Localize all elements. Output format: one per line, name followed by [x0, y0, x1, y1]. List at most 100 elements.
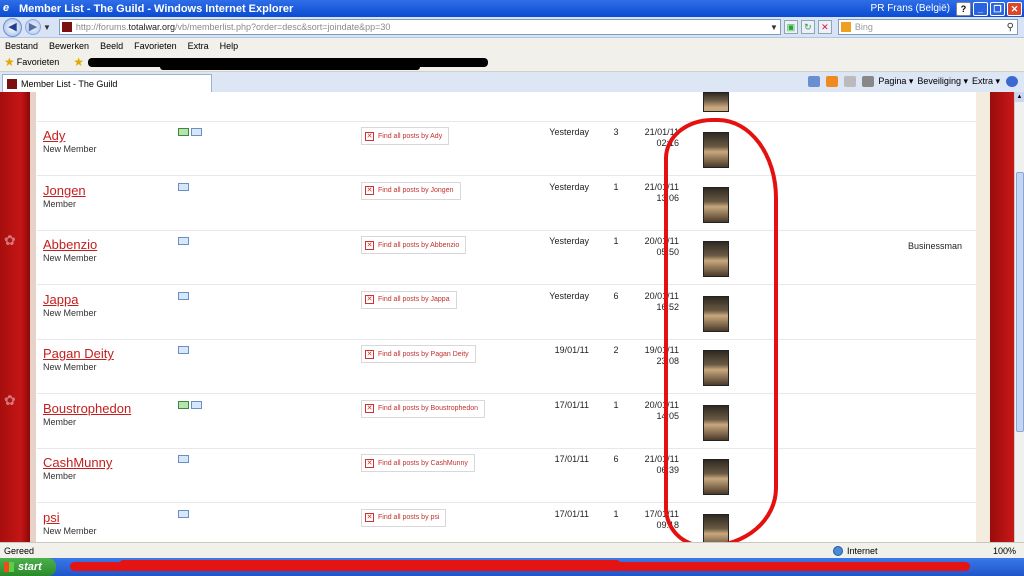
history-dropdown-icon[interactable]: ▼ [43, 23, 51, 32]
join-date: 21/01/11 06:39 [644, 454, 679, 475]
maximize-button[interactable]: ❐ [990, 1, 1005, 16]
broken-image-icon: ✕ [365, 513, 374, 522]
search-field[interactable]: Bing ⚲ [837, 19, 1018, 35]
contact-icons [178, 291, 191, 300]
avatar[interactable] [703, 459, 729, 495]
find-posts-button[interactable]: ✕ Find all posts by Boustrophedon [361, 399, 486, 418]
menu-bewerken[interactable]: Bewerken [49, 41, 89, 51]
url-dropdown-icon[interactable]: ▼ [770, 23, 778, 32]
security-menu[interactable]: Beveiliging ▾ [917, 76, 968, 87]
find-posts-label: Find all posts by Jappa [378, 296, 450, 303]
avatar[interactable] [703, 404, 729, 441]
private-message-icon[interactable] [178, 128, 189, 136]
refresh-icon[interactable]: ↻ [800, 20, 815, 34]
avatar[interactable] [703, 132, 729, 168]
zoom-level[interactable]: 100% [993, 546, 1016, 556]
email-icon[interactable] [178, 346, 189, 354]
find-posts-button[interactable]: ✕ Find all posts by Ady [361, 127, 450, 145]
post-count: 1 [613, 399, 619, 410]
email-icon[interactable] [178, 182, 189, 191]
extra-menu[interactable]: Extra ▾ [972, 76, 1000, 87]
avatar[interactable] [703, 186, 729, 223]
email-icon[interactable] [178, 509, 189, 518]
email-icon[interactable] [178, 237, 189, 245]
join-date: 20/01/11 16:52 [644, 290, 679, 312]
contact-icons [178, 128, 204, 136]
forward-button[interactable]: ▶ [25, 19, 41, 35]
scroll-up-icon[interactable]: ▲ [1015, 92, 1024, 102]
rss-icon[interactable] [826, 76, 839, 87]
print-icon[interactable] [862, 76, 875, 87]
find-posts-label: Find all posts by Abbenzio [378, 241, 460, 249]
member-row: Pagan Deity New Member ✕ Find all posts b… [37, 340, 976, 394]
last-visit: Yesterday [549, 236, 589, 246]
member-name-link[interactable]: Abbenzio [43, 237, 97, 252]
member-name-link[interactable]: Pagan Deity [43, 346, 114, 361]
find-posts-button[interactable]: ✕ Find all posts by Jongen [361, 181, 461, 200]
scroll-thumb[interactable] [1016, 172, 1024, 432]
minimize-button[interactable]: _ [973, 1, 988, 16]
broken-image-icon: ✕ [365, 404, 374, 413]
member-row: psi New Member ✕ Find all posts by psi 17… [37, 504, 976, 542]
menu-bar: Bestand Bewerken Beeld Favorieten Extra … [0, 38, 1024, 53]
email-icon[interactable] [178, 291, 189, 300]
menu-favorieten[interactable]: Favorieten [134, 41, 177, 51]
add-favorite-icon[interactable]: ★ [73, 55, 84, 69]
menu-help[interactable]: Help [220, 41, 239, 51]
post-count: 1 [613, 181, 619, 192]
menu-bestand[interactable]: Bestand [5, 41, 38, 51]
broken-image-icon: ✕ [365, 458, 374, 468]
find-posts-button[interactable]: ✕ Find all posts by Pagan Deity [361, 345, 476, 363]
help-menu-icon[interactable] [1006, 76, 1018, 87]
url-field[interactable]: http://forums.totalwar.org/vb/memberlist… [58, 19, 781, 35]
zone-label: Internet [846, 545, 878, 556]
menu-extra[interactable]: Extra [188, 41, 209, 51]
member-name-link[interactable]: psi [43, 510, 60, 525]
page-menu[interactable]: Pagina ▾ [878, 76, 913, 87]
tab-member-list[interactable]: Member List - The Guild [2, 74, 212, 92]
member-name-link[interactable]: Boustrophedon [43, 401, 131, 416]
join-date: 21/01/11 13:06 [644, 181, 679, 203]
home-icon[interactable] [808, 76, 821, 87]
avatar[interactable] [703, 92, 729, 112]
favorites-button[interactable]: Favorieten [17, 57, 60, 67]
decor-glyph: ✿ [4, 392, 16, 408]
member-name-link[interactable]: Jappa [43, 292, 78, 307]
stop-icon[interactable]: ✕ [817, 20, 832, 34]
find-posts-button[interactable]: ✕ Find all posts by CashMunny [361, 454, 475, 472]
email-icon[interactable] [191, 128, 202, 136]
avatar[interactable] [703, 513, 729, 542]
post-count: 2 [613, 345, 619, 355]
left-decoration: ✿ ✿ [0, 92, 36, 542]
close-button[interactable]: ✕ [1007, 1, 1022, 16]
avatar[interactable] [703, 295, 729, 332]
redaction-mark [160, 64, 420, 70]
private-message-icon[interactable] [178, 400, 189, 409]
member-rank: Member [43, 416, 77, 427]
email-icon[interactable] [178, 455, 189, 463]
member-occupation: Businessman [908, 241, 963, 251]
mail-icon[interactable] [844, 76, 857, 87]
find-posts-button[interactable]: ✕ Find all posts by psi [361, 508, 447, 527]
find-posts-button[interactable]: ✕ Find all posts by Jappa [361, 290, 457, 309]
menu-beeld[interactable]: Beeld [100, 41, 123, 51]
user-profile-label: PR Frans (België) [870, 3, 950, 14]
bing-icon [840, 22, 851, 32]
compat-view-icon[interactable]: ▣ [783, 20, 798, 34]
help-icon[interactable]: ? [956, 1, 971, 16]
find-posts-label: Find all posts by Ady [378, 132, 443, 140]
post-count: 1 [613, 236, 619, 246]
member-name-link[interactable]: Ady [43, 128, 65, 143]
member-name-link[interactable]: Jongen [43, 183, 86, 198]
find-posts-button[interactable]: ✕ Find all posts by Abbenzio [361, 236, 467, 254]
avatar[interactable] [703, 241, 729, 277]
decor-glyph: ✿ [4, 232, 16, 248]
vertical-scrollbar[interactable]: ▲ [1014, 92, 1024, 542]
avatar[interactable] [703, 350, 729, 386]
redaction-scribble [120, 560, 620, 566]
email-icon[interactable] [191, 400, 202, 409]
member-name-link[interactable]: CashMunny [43, 455, 112, 470]
search-icon[interactable]: ⚲ [1007, 22, 1014, 33]
back-button[interactable]: ◀ [3, 17, 22, 37]
start-button[interactable]: start [0, 558, 56, 576]
